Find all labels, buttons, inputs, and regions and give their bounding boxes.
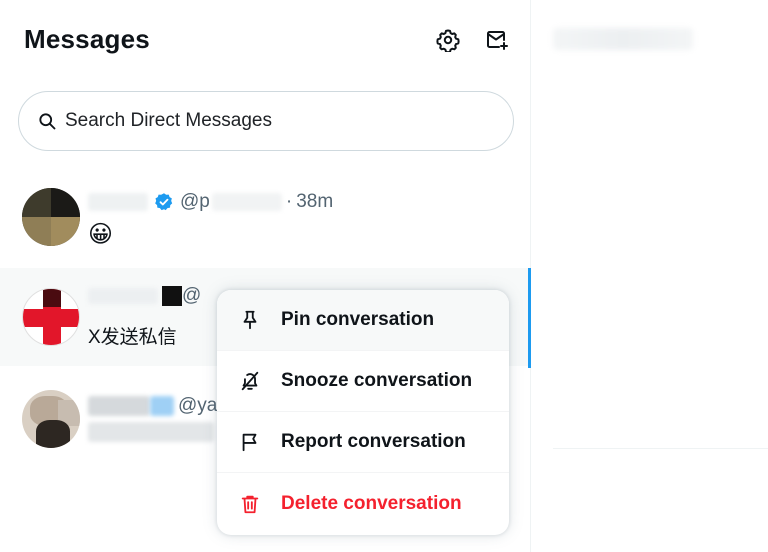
messages-header: Messages (0, 0, 531, 80)
name-glyph-redacted (162, 286, 182, 306)
menu-item-label: Snooze conversation (281, 370, 473, 391)
avatar[interactable] (22, 288, 80, 346)
handle: @ (182, 285, 202, 306)
display-name-redacted (88, 396, 150, 416)
bell-off-icon (241, 371, 259, 391)
conversation-header: @ya (88, 394, 217, 418)
verified-badge-icon (150, 396, 174, 416)
conversation-context-menu: Pin conversation Snooze conversation Rep… (217, 290, 509, 535)
conversation-detail-pane (531, 0, 768, 552)
conversation-header: @ (88, 284, 201, 308)
menu-item-label: Report conversation (281, 431, 466, 452)
search-input[interactable]: Search Direct Messages (18, 91, 514, 151)
display-name-redacted (88, 193, 148, 211)
handle: @ya (178, 395, 218, 416)
timestamp: 38m (296, 191, 334, 212)
menu-item-label: Delete conversation (281, 492, 462, 514)
trash-icon (241, 495, 259, 513)
settings-button[interactable] (432, 24, 464, 56)
new-message-button[interactable] (481, 24, 513, 56)
message-preview-redacted (88, 422, 214, 442)
verified-badge-icon (155, 193, 173, 211)
avatar[interactable] (22, 390, 80, 448)
search-placeholder: Search Direct Messages (65, 110, 272, 131)
pin-conversation-menu-item[interactable]: Pin conversation (217, 290, 509, 351)
flag-icon (242, 433, 257, 452)
display-name-redacted (88, 288, 158, 304)
snooze-conversation-menu-item[interactable]: Snooze conversation (217, 351, 509, 412)
handle: @p (180, 191, 210, 212)
separator-dot: · (285, 191, 293, 212)
delete-conversation-menu-item[interactable]: Delete conversation (217, 473, 509, 534)
menu-item-label: Pin conversation (281, 309, 435, 330)
conversation-item[interactable]: @p · 38m 😀 (0, 170, 531, 268)
message-preview: 😀 (88, 221, 114, 248)
pin-icon (243, 310, 257, 330)
detail-title-faded (553, 28, 693, 50)
avatar[interactable] (22, 188, 80, 246)
new-message-icon (487, 31, 508, 50)
handle-redacted (211, 193, 282, 211)
message-preview: X发送私信 (88, 327, 177, 348)
report-conversation-menu-item[interactable]: Report conversation (217, 412, 509, 473)
conversation-header: @p · 38m (88, 190, 333, 214)
divider (553, 448, 768, 449)
page-title: Messages (24, 24, 150, 54)
gear-icon (436, 29, 460, 52)
search-icon (39, 113, 56, 130)
